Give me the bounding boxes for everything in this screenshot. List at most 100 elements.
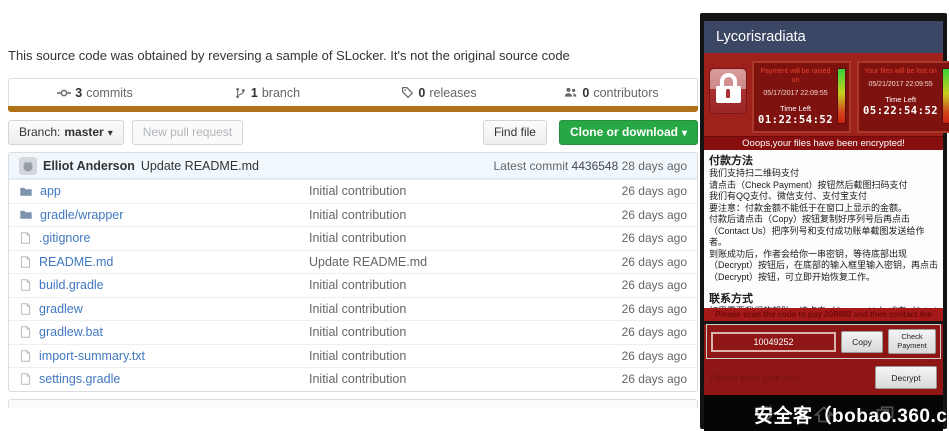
stat-branches[interactable]: 1 branch xyxy=(181,86,353,100)
file-commit-message[interactable]: Initial contribution xyxy=(309,184,577,198)
repo-description: This source code was obtained by reversi… xyxy=(8,48,570,63)
avatar[interactable] xyxy=(19,157,37,175)
file-age: 26 days ago xyxy=(577,372,697,386)
github-repo-page: This source code was obtained by reversi… xyxy=(8,0,698,431)
screenshot-root: This source code was obtained by reversi… xyxy=(0,0,949,431)
file-icon xyxy=(19,231,32,245)
check-payment-button[interactable]: Check Payment xyxy=(888,329,936,354)
stat-commits-label: commits xyxy=(86,86,133,100)
branch-icon xyxy=(234,86,247,100)
copy-button[interactable]: Copy xyxy=(841,331,883,353)
folder-icon xyxy=(19,185,33,198)
file-commit-message[interactable]: Initial contribution xyxy=(309,231,577,245)
clone-or-download-button[interactable]: Clone or download xyxy=(559,120,698,145)
clone-label: Clone or download xyxy=(570,125,678,139)
android-nav-bar: 安全客（bobao.360.cn） xyxy=(704,395,943,431)
file-commit-message[interactable]: Initial contribution xyxy=(309,349,577,363)
file-link[interactable]: build.gradle xyxy=(39,278,104,292)
lock-icon xyxy=(709,68,747,114)
stat-releases-label: releases xyxy=(429,86,476,100)
new-pull-request-button[interactable]: New pull request xyxy=(132,120,243,145)
payment-countdown: 01:22:54:52 xyxy=(758,114,833,126)
file-icon xyxy=(19,255,32,269)
file-link[interactable]: import-summary.txt xyxy=(39,349,145,363)
countdown-gauge xyxy=(942,68,949,124)
file-age: 26 days ago xyxy=(577,278,697,292)
file-link[interactable]: .gitignore xyxy=(39,231,90,245)
loss-countdown: 05:22:54:52 xyxy=(863,105,938,117)
file-link[interactable]: app xyxy=(40,184,61,198)
latest-commit-info: Latest commit 4436548 28 days ago xyxy=(494,159,688,173)
file-commit-message[interactable]: Update README.md xyxy=(309,255,577,269)
branch-label: Branch: xyxy=(19,125,60,139)
branch-selector-button[interactable]: Branch: master xyxy=(8,120,124,145)
file-icon xyxy=(19,325,32,339)
stat-contributors-count: 0 xyxy=(582,86,589,100)
file-link[interactable]: settings.gradle xyxy=(39,372,120,386)
table-row: app Initial contribution 26 days ago xyxy=(9,179,697,203)
file-age: 26 days ago xyxy=(577,255,697,269)
file-age: 26 days ago xyxy=(577,349,697,363)
file-commit-message[interactable]: Initial contribution xyxy=(309,208,577,222)
loss-timer-panel: Your files will be lost on 05/21/2017 22… xyxy=(857,61,949,133)
file-age: 26 days ago xyxy=(577,325,697,339)
readme-section-top xyxy=(8,399,698,408)
repo-stats-bar: 3 commits 1 branch 0 releases 0 contribu… xyxy=(8,78,698,106)
commit-message-link[interactable]: Update README.md xyxy=(141,159,259,173)
ransom-header: Payment will be raised on 05/17/2017 22:… xyxy=(704,53,943,150)
stat-releases-count: 0 xyxy=(418,86,425,100)
stat-branches-count: 1 xyxy=(251,86,258,100)
stat-contributors-label: contributors xyxy=(593,86,658,100)
watermark-text: 安全客（bobao.360.cn） xyxy=(754,401,949,428)
table-row: gradlew.bat Initial contribution 26 days… xyxy=(9,320,697,344)
table-row: README.md Update README.md 26 days ago xyxy=(9,250,697,274)
phone-screenshot: Lycorisradiata Payment will be raised on… xyxy=(700,13,947,429)
file-link[interactable]: gradlew xyxy=(39,302,83,316)
payment-timer-heading: Payment will be raised on xyxy=(758,67,833,85)
ransom-instructions: 付款方法 我们支持扫二维码支付 请点击（Check Payment）按钮然后截图… xyxy=(704,150,943,308)
loss-timer-heading: Your files will be lost on xyxy=(863,67,938,76)
file-icon xyxy=(19,278,32,292)
folder-icon xyxy=(19,208,33,221)
chevron-down-icon xyxy=(682,125,687,139)
file-commit-message[interactable]: Initial contribution xyxy=(309,278,577,292)
file-link[interactable]: gradle/wrapper xyxy=(40,208,123,222)
decrypt-button[interactable]: Decrypt xyxy=(875,366,937,389)
stat-contributors[interactable]: 0 contributors xyxy=(525,86,697,100)
table-row: import-summary.txt Initial contribution … xyxy=(9,344,697,368)
payment-controls: Copy Check Payment Decrypt xyxy=(704,324,943,395)
stat-commits[interactable]: 3 commits xyxy=(9,86,181,100)
table-row: build.gradle Initial contribution 26 day… xyxy=(9,273,697,297)
key-input[interactable] xyxy=(710,373,875,383)
serial-number-field xyxy=(711,332,836,352)
payment-deadline: 05/17/2017 22:09:55 xyxy=(758,90,833,97)
octocat-icon xyxy=(21,159,35,173)
countdown-gauge xyxy=(837,68,846,124)
file-link[interactable]: gradlew.bat xyxy=(39,325,103,339)
people-icon xyxy=(563,86,578,99)
instruction-line: 到账成功后，作者会给你一串密钥，等待底部出现（Decrypt）按钮后，在底部的输… xyxy=(709,249,938,284)
payment-method-heading: 付款方法 xyxy=(709,154,938,168)
toolbar-right-group: Find file Clone or download xyxy=(483,120,698,145)
commit-author[interactable]: Elliot Anderson xyxy=(43,159,135,173)
file-commit-message[interactable]: Initial contribution xyxy=(309,302,577,316)
instruction-line: 要注意：付款金额不能低于在窗口上显示的金额。 xyxy=(709,203,938,215)
file-age: 26 days ago xyxy=(577,184,697,198)
instruction-line: 我们有QQ支付、微信支付、支付宝支付 xyxy=(709,191,938,203)
latest-commit-prefix: Latest commit xyxy=(494,159,569,173)
file-icon xyxy=(19,372,32,386)
file-commit-message[interactable]: Initial contribution xyxy=(309,325,577,339)
branch-name: master xyxy=(64,125,103,139)
table-row: gradle/wrapper Initial contribution 26 d… xyxy=(9,203,697,227)
find-file-button[interactable]: Find file xyxy=(483,120,547,145)
language-bar[interactable] xyxy=(8,106,698,112)
contact-heading: 联系方式 xyxy=(709,292,938,306)
loss-deadline: 05/21/2017 22:09:55 xyxy=(863,81,938,88)
file-commit-message[interactable]: Initial contribution xyxy=(309,372,577,386)
file-link[interactable]: README.md xyxy=(39,255,113,269)
commit-icon xyxy=(57,86,71,100)
commit-sha[interactable]: 4436548 xyxy=(572,159,619,173)
stat-releases[interactable]: 0 releases xyxy=(353,86,525,100)
file-icon xyxy=(19,349,32,363)
instruction-line: 请点击（Check Payment）按钮然后截图扫码支付 xyxy=(709,180,938,192)
